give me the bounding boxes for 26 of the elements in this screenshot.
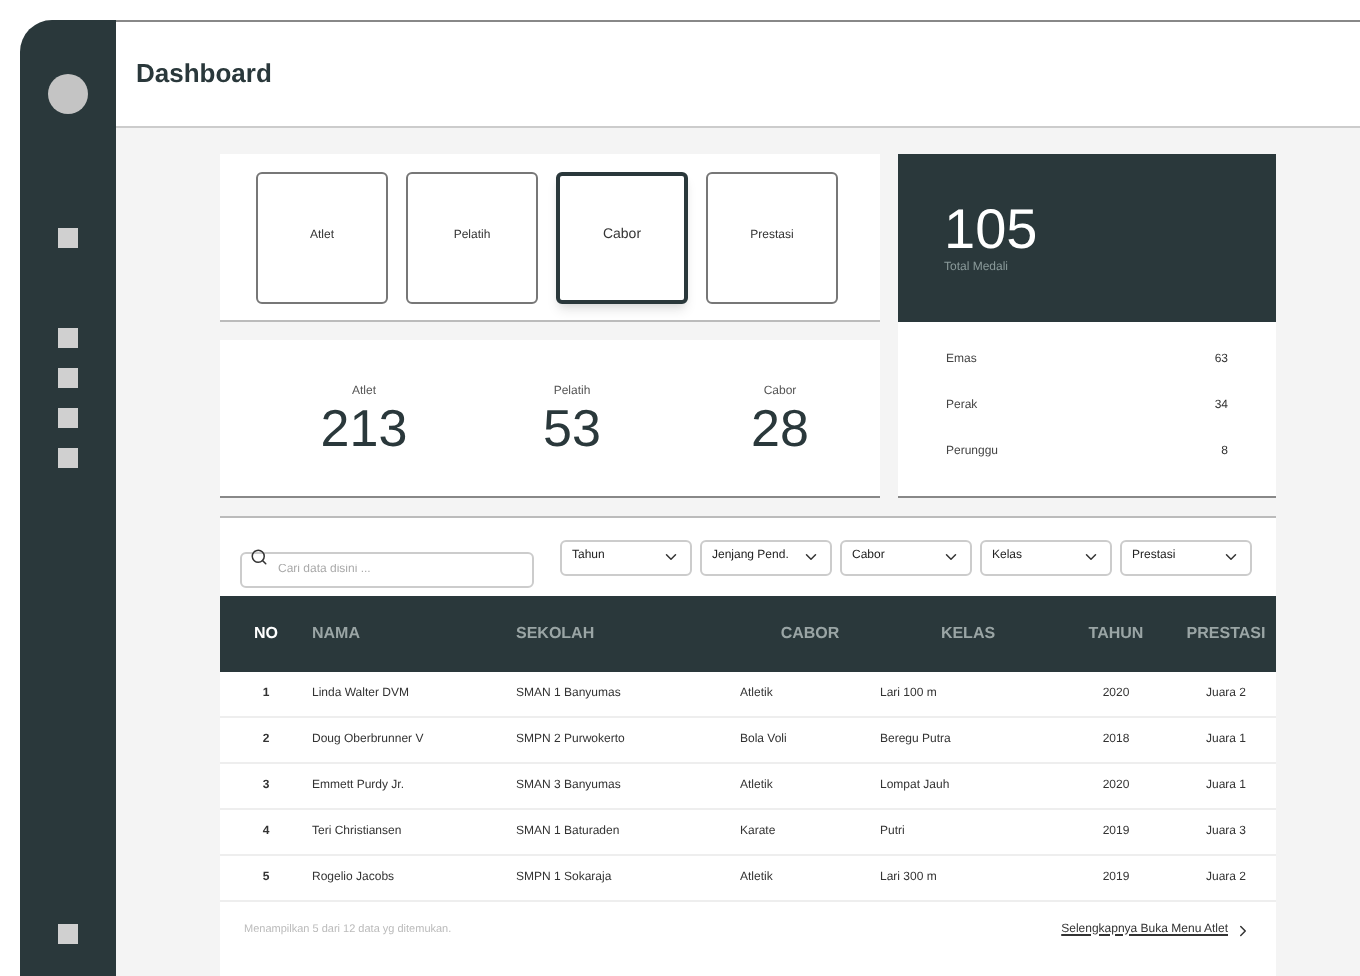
column-header: CABOR (778, 622, 842, 646)
menu-square-icon[interactable] (58, 924, 78, 944)
column-header: SEKOLAH (516, 622, 597, 646)
chevron-down-icon (662, 548, 680, 566)
chevron-down-icon (1222, 548, 1240, 566)
menu-square-icon[interactable] (58, 228, 78, 248)
count-value: 28 (751, 401, 809, 453)
chevron-down-icon (1082, 548, 1100, 566)
menu-square-icon[interactable] (58, 448, 78, 468)
column-header: KELAS (938, 622, 998, 646)
column-header: PRESTASI (1184, 622, 1268, 646)
chevron-down-icon (802, 548, 820, 566)
search-icon (250, 548, 268, 566)
menu-square-icon[interactable] (58, 368, 78, 388)
column-header: NAMA (312, 622, 362, 646)
chevron-down-icon (942, 548, 960, 566)
chevron-right-icon (1234, 921, 1252, 939)
column-header: TAHUN (1086, 622, 1146, 646)
medal-total: 105 (944, 199, 1040, 259)
column-header: NO (252, 622, 280, 646)
count-value: 213 (320, 401, 408, 453)
avatar-icon[interactable] (48, 74, 88, 114)
count-value: 53 (543, 401, 601, 453)
menu-square-icon[interactable] (58, 408, 78, 428)
page-title: Dashboard (136, 56, 272, 93)
menu-square-icon[interactable] (58, 328, 78, 348)
